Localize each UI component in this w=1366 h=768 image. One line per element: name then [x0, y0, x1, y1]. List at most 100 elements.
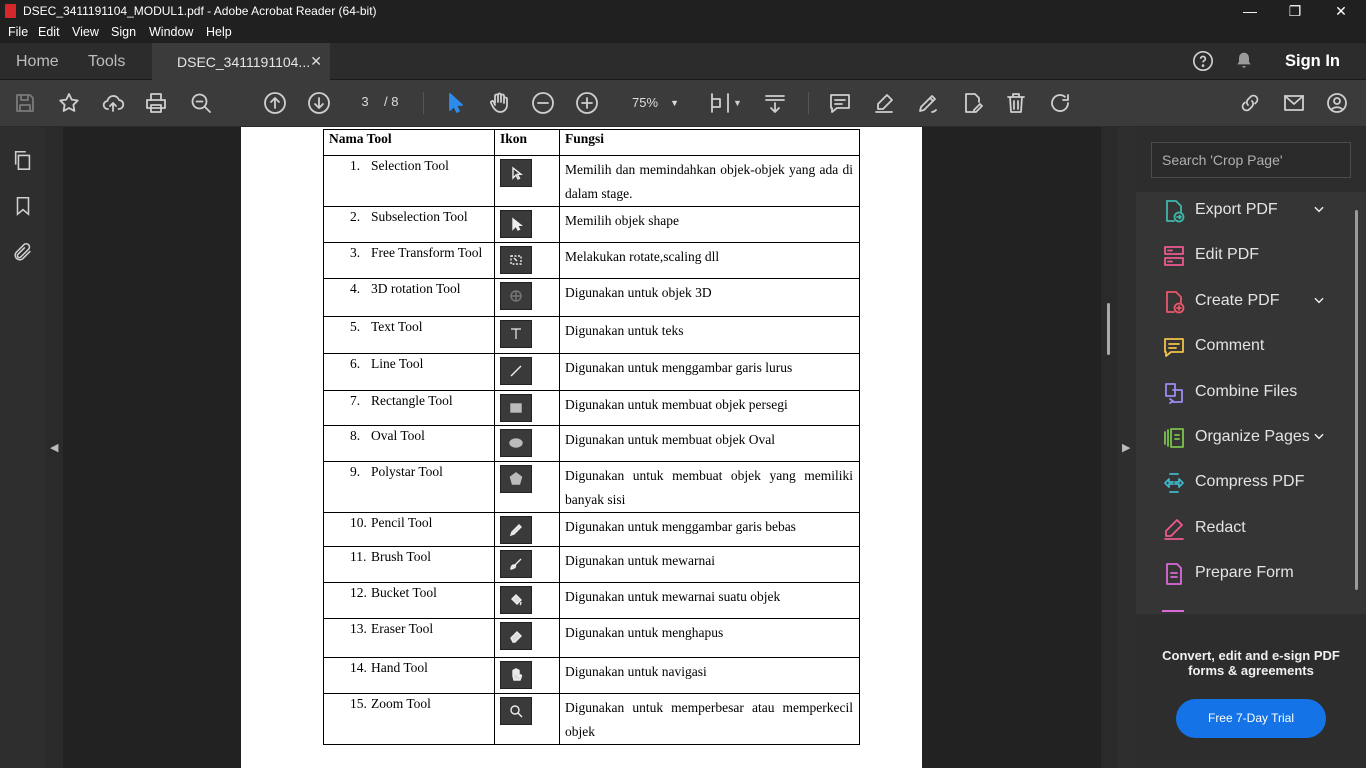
previous-page-icon[interactable]	[262, 90, 288, 116]
tool-item-export-pdf[interactable]: Export PDF	[1136, 192, 1356, 234]
menu-edit[interactable]: Edit	[38, 25, 60, 39]
menu-file[interactable]: File	[8, 25, 28, 39]
highlight-pen-icon[interactable]	[871, 90, 897, 116]
text-tool-icon	[500, 320, 532, 348]
line-tool-icon	[500, 357, 532, 385]
zoom-level-select[interactable]: 75% ▼	[622, 88, 688, 116]
zoom-level-value: 75%	[632, 95, 659, 110]
close-window-button[interactable]: ✕	[1318, 0, 1364, 22]
table-row: 1. Selection Tool Memilih dan memindahkan …	[323, 155, 860, 207]
zoom-search-icon[interactable]	[188, 90, 214, 116]
title-bar: DSEC_3411191104_MODUL1.pdf - Adobe Acrob…	[0, 0, 1366, 22]
page-fit-dropdown-icon[interactable]: ▼	[733, 98, 742, 108]
tool-item-redact[interactable]: Redact	[1136, 507, 1356, 552]
save-icon[interactable]	[12, 90, 38, 116]
fill-sign-icon[interactable]	[959, 90, 985, 116]
delete-trash-icon[interactable]	[1003, 90, 1029, 116]
tool-function-cell: Digunakan untuk membuat objek Oval	[559, 425, 860, 462]
tool-item-edit-pdf[interactable]: Edit PDF	[1136, 234, 1356, 279]
chevron-down-icon[interactable]	[1312, 202, 1326, 221]
menu-view[interactable]: View	[72, 25, 99, 39]
sign-in-button[interactable]: Sign In	[1285, 52, 1340, 71]
compress-pdf-icon	[1162, 471, 1184, 495]
tools-list-scrollbar[interactable]	[1355, 210, 1358, 590]
tool-function-cell: Melakukan rotate,scaling dll	[559, 242, 860, 279]
chevron-down-icon[interactable]	[1312, 429, 1326, 448]
selection-tool-icon	[500, 159, 532, 187]
tab-document[interactable]: DSEC_3411191104... ✕	[152, 43, 330, 80]
tab-tools[interactable]: Tools	[88, 43, 125, 80]
tool-search-input[interactable]: Search 'Crop Page'	[1151, 142, 1351, 178]
3d-rotation-tool-icon	[500, 282, 532, 310]
tab-document-label: DSEC_3411191104...	[177, 53, 311, 70]
zoom-in-icon[interactable]	[574, 90, 600, 116]
notifications-bell-icon[interactable]	[1234, 51, 1256, 73]
menu-sign[interactable]: Sign	[111, 25, 136, 39]
rotate-icon[interactable]	[1047, 90, 1073, 116]
hand-tool-icon	[500, 661, 532, 689]
tool-item-compress-pdf[interactable]: Compress PDF	[1136, 461, 1356, 506]
rectangle-tool-icon	[500, 394, 532, 422]
bookmarks-icon[interactable]	[12, 195, 34, 222]
chevron-down-icon: ▼	[670, 98, 679, 108]
hand-pan-icon[interactable]	[486, 90, 512, 116]
tool-icon-cell	[494, 582, 560, 619]
tool-item-organize-pages[interactable]: Organize Pages	[1136, 416, 1356, 461]
collapse-left-panel-button[interactable]: ◀	[45, 127, 63, 768]
free-trial-button[interactable]: Free 7-Day Trial	[1176, 699, 1326, 738]
collapse-right-panel-button[interactable]: ▶	[1117, 127, 1136, 768]
upload-cloud-icon[interactable]	[100, 90, 126, 116]
bookmark-star-icon[interactable]	[56, 90, 82, 116]
tool-item-combine-files[interactable]: Combine Files	[1136, 371, 1356, 416]
next-page-icon[interactable]	[306, 90, 332, 116]
tool-function-cell: Digunakan untuk menghapus	[559, 618, 860, 658]
header-nama-tool: Nama Tool	[323, 129, 495, 156]
maximize-button[interactable]: ❐	[1272, 0, 1318, 22]
comment-tool-icon[interactable]	[827, 90, 853, 116]
share-link-icon[interactable]	[1237, 90, 1263, 116]
page-thumbnails-icon[interactable]	[12, 149, 34, 176]
help-icon[interactable]	[1192, 50, 1214, 72]
tool-name: Zoom Tool	[371, 696, 431, 711]
row-number: 9.	[350, 464, 361, 479]
tool-icon-cell	[494, 316, 560, 354]
tool-icon-cell	[494, 546, 560, 583]
tool-name: Bucket Tool	[371, 585, 437, 600]
close-tab-icon[interactable]: ✕	[310, 53, 322, 70]
bucket-tool-icon	[500, 586, 532, 614]
print-icon[interactable]	[143, 90, 169, 116]
minimize-button[interactable]: —	[1227, 0, 1273, 22]
scrollbar-thumb[interactable]	[1107, 303, 1110, 355]
page-fit-icon[interactable]	[707, 90, 733, 116]
tool-item-create-pdf[interactable]: Create PDF	[1136, 280, 1356, 325]
tool-item-prepare-form[interactable]: Prepare Form	[1136, 552, 1356, 597]
scroll-mode-icon[interactable]	[762, 90, 788, 116]
select-cursor-icon[interactable]	[442, 90, 468, 116]
tool-item-comment[interactable]: Comment	[1136, 325, 1356, 370]
zoom-out-icon[interactable]	[530, 90, 556, 116]
tool-icon-cell	[494, 425, 560, 462]
table-row: 11. Brush Tool Digunakan untuk mewarnai	[323, 546, 860, 583]
tool-icon-cell	[494, 693, 560, 745]
tool-name-cell: 8. Oval Tool	[323, 425, 495, 462]
tool-function-cell: Memilih objek shape	[559, 206, 860, 243]
edit-pdf-icon	[1162, 244, 1184, 268]
draw-pen-icon[interactable]	[915, 90, 941, 116]
page-number-input[interactable]: 3	[351, 90, 379, 114]
tab-home[interactable]: Home	[16, 43, 59, 80]
tool-name: Subselection Tool	[371, 209, 468, 224]
table-row: 2. Subselection Tool Memilih objek shape	[323, 206, 860, 243]
vertical-scrollbar[interactable]	[1101, 127, 1117, 768]
email-icon[interactable]	[1281, 90, 1307, 116]
tool-name: Line Tool	[371, 356, 424, 371]
menu-help[interactable]: Help	[206, 25, 232, 39]
attachments-paperclip-icon[interactable]	[12, 241, 34, 268]
tool-name-cell: 13. Eraser Tool	[323, 618, 495, 658]
tool-name-cell: 10. Pencil Tool	[323, 512, 495, 547]
menu-window[interactable]: Window	[149, 25, 193, 39]
tool-icon-cell	[494, 278, 560, 317]
chevron-down-icon[interactable]	[1312, 293, 1326, 312]
caret-right-icon: ▶	[1122, 442, 1131, 454]
account-add-icon[interactable]	[1325, 90, 1351, 116]
tool-icon-cell	[494, 512, 560, 547]
